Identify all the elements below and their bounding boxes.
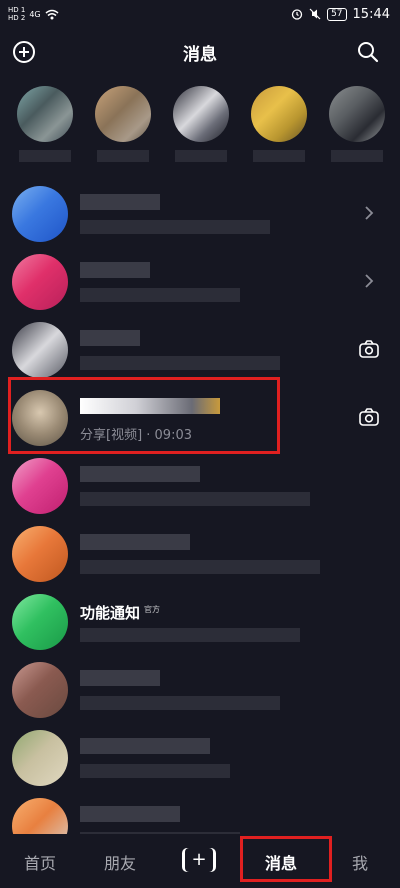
chat-preview-blurred bbox=[80, 356, 280, 370]
chat-name-blurred bbox=[80, 262, 150, 278]
chat-name: 功能通知 官方 bbox=[80, 602, 160, 623]
plus-circle-icon[interactable] bbox=[12, 40, 36, 64]
alarm-icon bbox=[291, 9, 303, 20]
chat-row[interactable] bbox=[0, 724, 400, 792]
highlight-box bbox=[240, 836, 332, 882]
status-right: 57 15:44 bbox=[291, 7, 390, 22]
clock: 15:44 bbox=[352, 6, 390, 22]
avatar[interactable] bbox=[12, 662, 68, 718]
chat-row[interactable] bbox=[0, 180, 400, 248]
chat-preview-blurred bbox=[80, 492, 310, 506]
story-avatar[interactable] bbox=[17, 86, 73, 142]
chat-preview-blurred bbox=[80, 288, 240, 302]
search-icon[interactable] bbox=[356, 40, 380, 64]
story-avatar[interactable] bbox=[329, 86, 385, 142]
chat-name-blurred bbox=[80, 194, 160, 210]
chat-name-blurred bbox=[80, 330, 140, 346]
nav-me[interactable]: 我 bbox=[352, 850, 368, 874]
hd1-label: HD 1 bbox=[8, 6, 26, 14]
status-left: HD 1 HD 2 4G bbox=[8, 6, 59, 22]
camera-icon[interactable] bbox=[358, 406, 380, 428]
chat-row[interactable] bbox=[0, 452, 400, 520]
chat-name-blurred bbox=[80, 670, 160, 686]
avatar[interactable] bbox=[12, 526, 68, 582]
story-item[interactable] bbox=[90, 86, 156, 166]
chat-row[interactable] bbox=[0, 316, 400, 384]
story-avatar[interactable] bbox=[251, 86, 307, 142]
story-avatar[interactable] bbox=[95, 86, 151, 142]
story-item[interactable] bbox=[12, 86, 78, 166]
avatar[interactable] bbox=[12, 594, 68, 650]
chat-preview-blurred bbox=[80, 764, 230, 778]
story-name-blurred bbox=[253, 150, 305, 162]
story-item[interactable] bbox=[246, 86, 312, 166]
plus-icon: + bbox=[185, 848, 213, 872]
official-badge: 官方 bbox=[144, 605, 161, 614]
highlight-box bbox=[8, 377, 280, 454]
mute-icon bbox=[309, 8, 321, 20]
chat-name-blurred bbox=[80, 806, 180, 822]
chevron-right-icon[interactable] bbox=[358, 270, 380, 292]
wifi-icon bbox=[45, 9, 59, 19]
chat-preview-blurred bbox=[80, 696, 280, 710]
chat-row[interactable] bbox=[0, 248, 400, 316]
create-button[interactable]: + bbox=[182, 848, 216, 872]
page-title: 消息 bbox=[183, 44, 217, 65]
avatar[interactable] bbox=[12, 458, 68, 514]
chat-row[interactable]: 功能通知 官方 bbox=[0, 588, 400, 656]
chat-name-text: 功能通知 bbox=[80, 604, 141, 622]
hd2-label: HD 2 bbox=[8, 14, 26, 22]
hd-indicator: HD 1 HD 2 bbox=[8, 6, 25, 22]
chevron-right-icon[interactable] bbox=[358, 202, 380, 224]
avatar[interactable] bbox=[12, 186, 68, 242]
header: 消息 bbox=[0, 28, 400, 76]
nav-home[interactable]: 首页 bbox=[24, 850, 56, 874]
bottom-nav: 首页 朋友 + 消息 我 bbox=[0, 834, 400, 888]
avatar[interactable] bbox=[12, 730, 68, 786]
chat-name-blurred bbox=[80, 466, 200, 482]
signal-label: 4G bbox=[29, 9, 41, 19]
story-name-blurred bbox=[19, 150, 71, 162]
story-name-blurred bbox=[331, 150, 383, 162]
chat-row[interactable] bbox=[0, 656, 400, 724]
status-bar: HD 1 HD 2 4G 57 15:44 bbox=[0, 0, 400, 28]
nav-friends[interactable]: 朋友 bbox=[104, 850, 136, 874]
avatar[interactable] bbox=[12, 322, 68, 378]
chat-preview-blurred bbox=[80, 220, 270, 234]
story-item[interactable] bbox=[324, 86, 390, 166]
chat-name-blurred bbox=[80, 534, 190, 550]
chat-preview-blurred bbox=[80, 628, 300, 642]
story-name-blurred bbox=[97, 150, 149, 162]
chat-name-blurred bbox=[80, 738, 210, 754]
story-avatar[interactable] bbox=[173, 86, 229, 142]
story-name-blurred bbox=[175, 150, 227, 162]
story-row bbox=[0, 86, 400, 170]
chat-row[interactable] bbox=[0, 520, 400, 588]
avatar[interactable] bbox=[12, 254, 68, 310]
story-item[interactable] bbox=[168, 86, 234, 166]
chat-preview-blurred bbox=[80, 560, 320, 574]
camera-icon[interactable] bbox=[358, 338, 380, 360]
battery-indicator: 57 bbox=[327, 7, 347, 21]
